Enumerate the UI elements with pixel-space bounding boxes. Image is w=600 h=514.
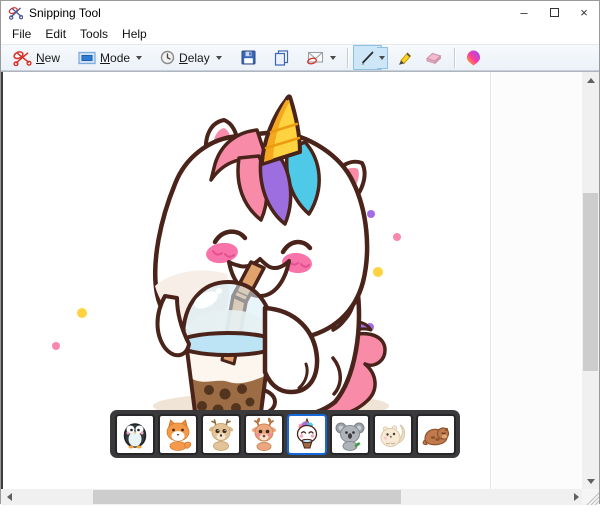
mode-button[interactable]: Mode <box>72 47 148 69</box>
app-scissors-icon <box>8 7 23 20</box>
fox-icon <box>166 419 191 451</box>
mode-button-label: Mode <box>100 50 131 65</box>
edit-with-paint3d-icon <box>466 50 480 65</box>
animal-thumbnail-bar <box>110 410 460 458</box>
snipping-tool-window: Snipping Tool – × File Edit Tools Help N… <box>0 0 600 505</box>
menu-bar: File Edit Tools Help <box>1 24 599 44</box>
mode-dropdown-arrow-icon[interactable] <box>136 55 143 60</box>
toolbar-separator <box>453 47 455 68</box>
menu-tools[interactable]: Tools <box>73 25 115 43</box>
menu-help[interactable]: Help <box>115 25 154 43</box>
thumbnail-otter <box>415 413 456 455</box>
send-dropdown-arrow-icon[interactable] <box>329 55 336 60</box>
thumbnail-squirrel <box>372 413 413 455</box>
new-button-label: New <box>36 50 61 65</box>
vertical-scrollbar-thumb[interactable] <box>583 193 598 371</box>
save-floppy-icon <box>241 50 256 65</box>
scroll-down-button[interactable] <box>582 473 599 490</box>
snip-image-surface[interactable] <box>1 72 491 490</box>
thumbnail-reindeer <box>243 413 284 455</box>
send-snip-button[interactable] <box>301 46 342 69</box>
eraser-icon <box>425 52 442 65</box>
squirrel-icon <box>380 424 405 447</box>
window-title: Snipping Tool <box>29 5 101 20</box>
koala-icon <box>335 422 364 451</box>
horizontal-scrollbar-thumb[interactable] <box>93 490 401 504</box>
pen-dropdown-arrow-icon[interactable] <box>376 46 388 69</box>
minimize-button[interactable]: – <box>509 1 539 24</box>
toolbar-separator <box>346 47 348 68</box>
menu-edit[interactable]: Edit <box>38 25 73 43</box>
scroll-up-button[interactable] <box>582 72 599 89</box>
edit-with-paint3d-button[interactable] <box>460 45 487 71</box>
highlighter-button[interactable] <box>390 45 419 70</box>
otter-icon <box>422 427 449 446</box>
horizontal-scrollbar[interactable] <box>1 489 584 505</box>
thumbnail-unicorn-selected <box>286 413 327 455</box>
pen-icon <box>361 51 374 65</box>
new-scissors-icon <box>13 51 32 66</box>
new-button[interactable]: New <box>7 45 66 70</box>
vertical-scrollbar[interactable] <box>582 72 599 490</box>
unicorn-horn <box>260 94 302 166</box>
thumbnail-koala <box>329 413 370 455</box>
eraser-button[interactable] <box>419 46 449 69</box>
deer-icon <box>208 419 233 451</box>
copy-button[interactable] <box>268 46 295 70</box>
toolbar: New Mode Delay <box>1 44 599 71</box>
penguin-icon <box>123 423 146 449</box>
delay-dropdown-arrow-icon[interactable] <box>215 55 222 60</box>
save-button[interactable] <box>235 46 262 69</box>
reindeer-icon <box>251 417 276 451</box>
canvas-area <box>1 71 599 505</box>
delay-button-label: Delay <box>179 50 210 65</box>
copy-icon <box>274 49 288 66</box>
close-button[interactable]: × <box>569 1 599 24</box>
title-bar: Snipping Tool – × <box>1 1 599 24</box>
highlighter-icon <box>398 52 411 65</box>
thumbnail-penguin <box>114 413 155 455</box>
resize-grip[interactable] <box>582 489 599 505</box>
unicorn-thumb-icon <box>296 417 317 449</box>
scroll-left-button[interactable] <box>1 489 17 505</box>
send-snip-email-icon <box>306 51 323 65</box>
thumbnail-deer <box>200 413 241 455</box>
maximize-button[interactable] <box>539 1 569 24</box>
thumbnail-fox <box>157 413 198 455</box>
delay-clock-icon <box>160 50 175 65</box>
canvas-empty-area <box>492 72 584 490</box>
delay-button[interactable]: Delay <box>154 46 228 69</box>
mode-rectangle-icon <box>78 51 96 64</box>
menu-file[interactable]: File <box>5 25 38 43</box>
